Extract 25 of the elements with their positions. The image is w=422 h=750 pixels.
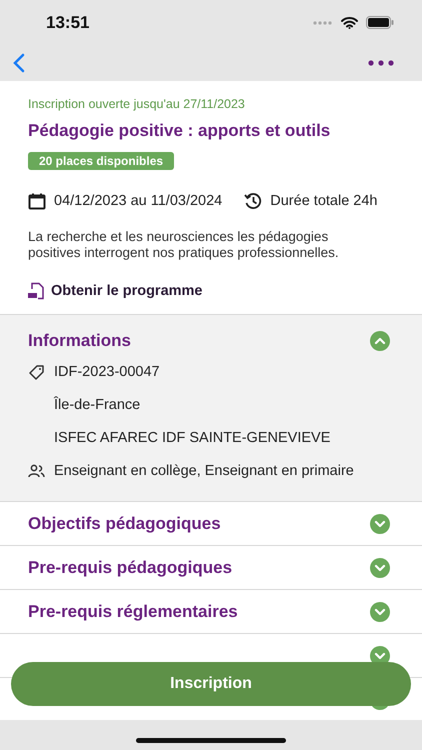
accordion-header[interactable]: Informations (0, 327, 422, 355)
date-range: 04/12/2023 au 11/03/2024 (54, 192, 222, 211)
info-text: ISFEC AFAREC IDF SAINTE-GENEVIEVE (54, 430, 330, 446)
history-icon (244, 192, 262, 210)
calendar-icon (28, 192, 46, 210)
battery-icon (366, 16, 394, 29)
wifi-icon (341, 16, 358, 28)
info-text: Île-de-France (54, 396, 140, 412)
tag-icon (28, 364, 46, 380)
availability-badge: 20 places disponibles (28, 152, 174, 170)
info-text: IDF-2023-00047 (54, 364, 160, 380)
people-icon (28, 464, 46, 478)
accordion-header[interactable]: Objectifs pédagogiques (0, 502, 422, 545)
accordion-header[interactable]: Pre-requis réglementaires (0, 590, 422, 633)
signal-icon (313, 20, 333, 24)
more-button[interactable] (366, 58, 396, 68)
program-link[interactable]: Obtenir le programme (28, 281, 202, 301)
registration-note: Inscription ouverte jusqu'au 27/11/2023 (28, 96, 246, 112)
info-text: Enseignant en collège, Enseignant en primaire (54, 462, 354, 478)
course-title: Pédagogie positive : apports et outils (28, 120, 332, 142)
accordion-header[interactable]: Pre-requis pédagogiques (0, 546, 422, 589)
pdf-file-icon (28, 282, 45, 300)
duration-text: Durée totale 24h (270, 192, 378, 211)
course-description: La recherche et les neurosciences les pédagogies positives interrogent nos pratiques professionnelles. (28, 229, 340, 261)
status-time: 13:51 (46, 12, 90, 32)
